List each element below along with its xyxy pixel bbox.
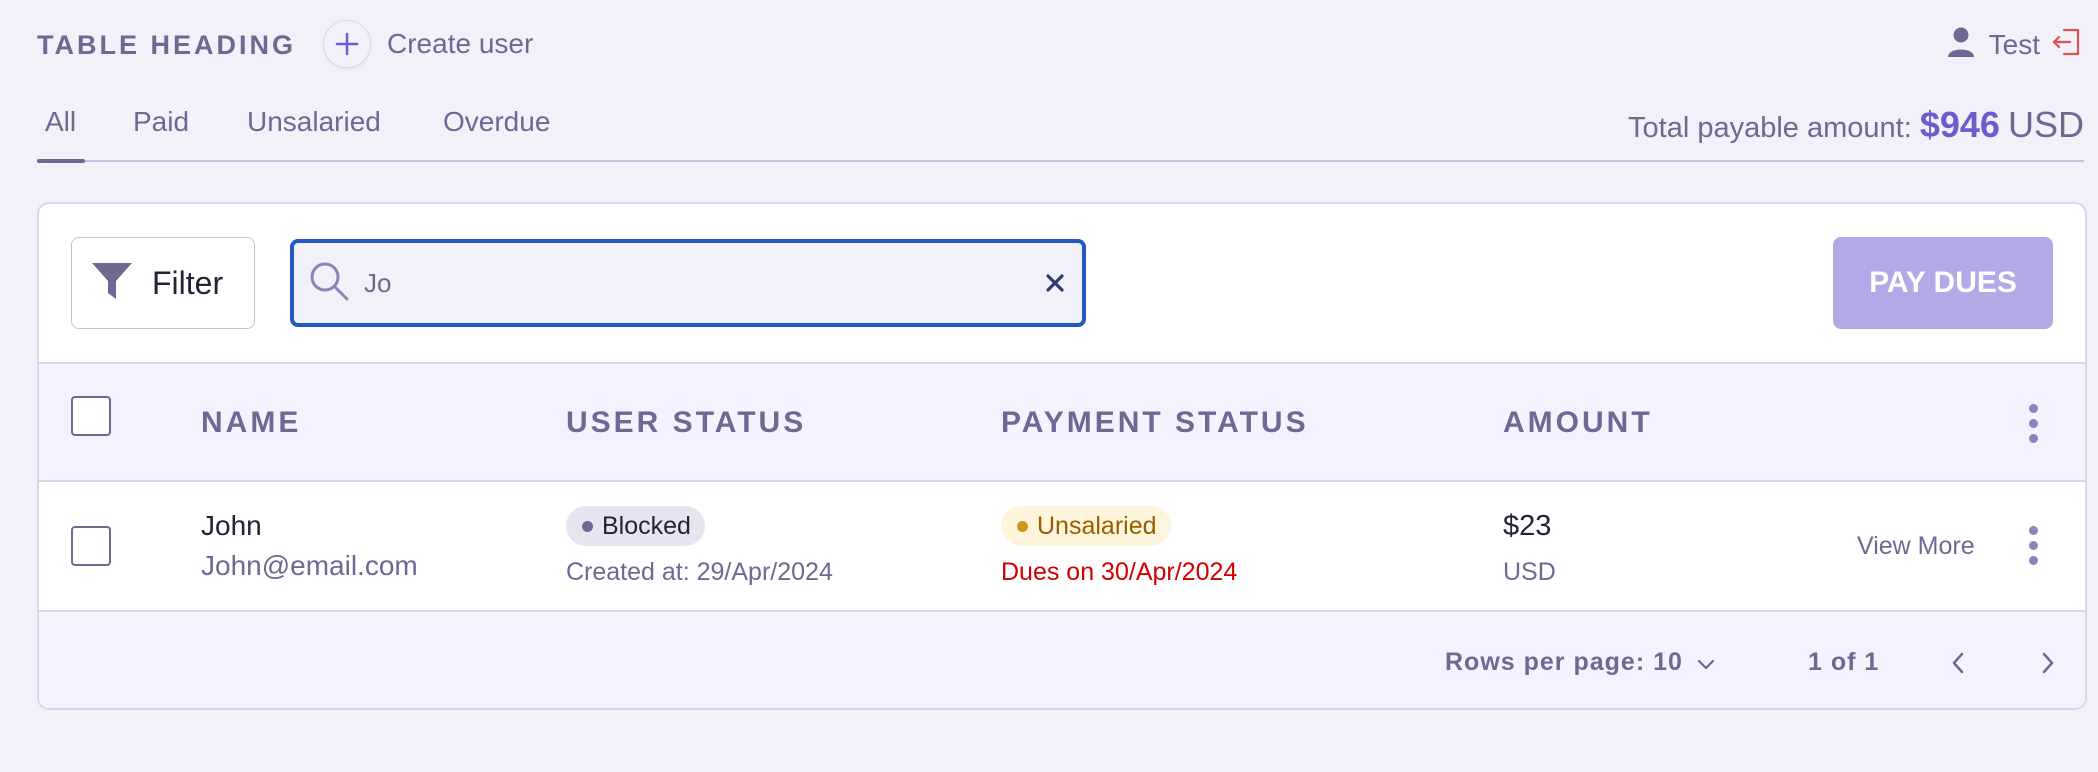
tab-unsalaried[interactable]: Unsalaried <box>247 106 381 138</box>
create-user-button[interactable]: Create user <box>323 20 533 68</box>
create-user-label[interactable]: Create user <box>387 28 533 60</box>
status-dot-icon <box>1017 520 1028 532</box>
amount-currency: USD <box>1503 558 1556 586</box>
tab-all-label: All <box>45 106 77 137</box>
due-date-text: Dues on 30/Apr/2024 <box>1001 558 1238 586</box>
table-row[interactable]: John John@email.com Blocked Created at: … <box>39 482 2085 612</box>
active-tab-indicator <box>37 159 85 163</box>
payment-status-label: Unsalaried <box>1037 511 1157 540</box>
total-payable-amount: $946 <box>1919 104 2000 145</box>
top-bar: TABLE HEADING Create user Test <box>37 18 2082 70</box>
search-icon <box>308 260 350 307</box>
payment-status-badge: Unsalaried <box>1001 506 1171 546</box>
filter-icon <box>90 261 134 306</box>
page-title: TABLE HEADING <box>37 30 296 60</box>
tab-paid-label: Paid <box>133 106 190 137</box>
tab-all[interactable]: All <box>45 106 76 138</box>
user-name[interactable]: Test <box>1989 29 2040 61</box>
created-at-text: Created at: 29/Apr/2024 <box>566 558 833 586</box>
total-payable: Total payable amount: $946 USD <box>1628 104 2084 146</box>
column-header-user-status[interactable]: USER STATUS <box>566 406 806 440</box>
chevron-left-icon[interactable] <box>1943 648 1973 678</box>
close-icon[interactable] <box>1046 265 1064 301</box>
search-input[interactable] <box>364 267 984 299</box>
user-icon <box>1947 26 1975 63</box>
tab-paid[interactable]: Paid <box>133 106 189 138</box>
select-all-checkbox[interactable] <box>71 396 111 436</box>
table-header: NAME USER STATUS PAYMENT STATUS AMOUNT <box>39 362 2085 482</box>
view-more-link[interactable]: View More <box>1857 532 1975 561</box>
user-status-badge: Blocked <box>566 506 705 546</box>
kebab-icon[interactable] <box>2028 404 2038 443</box>
chevron-right-icon[interactable] <box>2033 648 2063 678</box>
tab-overdue[interactable]: Overdue <box>443 106 550 138</box>
pay-dues-button[interactable]: PAY DUES <box>1833 237 2053 329</box>
tab-bar: All Paid Unsalaried Overdue Total payabl… <box>37 100 2084 163</box>
user-menu[interactable]: Test <box>1947 26 2082 63</box>
column-header-name[interactable]: NAME <box>201 406 301 440</box>
filter-label: Filter <box>152 264 224 301</box>
user-status-label: Blocked <box>602 511 691 540</box>
total-payable-currency: USD <box>2007 104 2084 145</box>
total-payable-label: Total payable amount: <box>1628 112 1912 144</box>
column-header-amount[interactable]: AMOUNT <box>1503 406 1653 440</box>
column-header-payment-status[interactable]: PAYMENT STATUS <box>1001 406 1309 440</box>
users-table-card: Filter PAY DUES NAME USER STATUS PAYMENT… <box>37 202 2087 710</box>
rows-per-page-select[interactable]: Rows per page: 10 <box>1445 648 1715 678</box>
rows-per-page-label: Rows per page: 10 <box>1445 648 1683 676</box>
row-checkbox[interactable] <box>71 526 111 566</box>
logout-icon[interactable] <box>2050 26 2082 63</box>
tab-unsalaried-label: Unsalaried <box>247 106 381 137</box>
status-dot-icon <box>582 520 593 532</box>
table-toolbar: Filter PAY DUES <box>39 204 2085 362</box>
chevron-down-icon <box>1697 649 1715 678</box>
user-name-cell: John <box>201 510 262 541</box>
table-footer: Rows per page: 10 1 of 1 <box>39 612 2085 708</box>
filter-button[interactable]: Filter <box>71 237 255 329</box>
page-range: 1 of 1 <box>1808 648 1880 676</box>
amount-value: $23 <box>1503 510 1552 542</box>
user-email-cell: John@email.com <box>201 550 418 581</box>
plus-icon[interactable] <box>323 20 371 68</box>
kebab-icon[interactable] <box>2028 526 2038 565</box>
search-box[interactable] <box>290 239 1086 327</box>
tab-overdue-label: Overdue <box>443 106 551 137</box>
